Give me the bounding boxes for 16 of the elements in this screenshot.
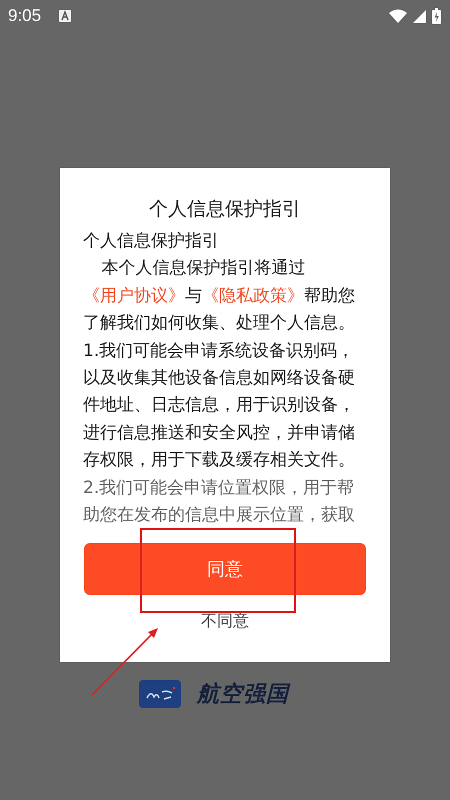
body-paragraph: 本个人信息保护指引将通过 《用户协议》与《隐私政策》帮助您了解我们如何收集、处理个人信息。 <box>83 257 356 336</box>
body-paragraph: 2.我们可能会申请位置权限，用于帮助您在发布的信息中展示位置，获取 <box>83 476 356 528</box>
body-heading: 个人信息保护指引 <box>83 230 220 253</box>
wifi-icon <box>389 9 407 23</box>
policy-link[interactable]: 《隐私政策》 <box>202 286 304 306</box>
decline-link[interactable]: 不同意 <box>201 611 249 632</box>
notification-icon <box>59 10 72 22</box>
agree-button[interactable]: 同意 <box>84 543 366 596</box>
policy-link[interactable]: 《用户协议》 <box>83 286 185 306</box>
body-paragraph: 1.我们可能会申请系统设备识别码，以及收集其他设备信息如网络设备硬件地址、日志信息，用于识别设备，进行信息推送和安全风控，并申请储存权限，用于下载及缓存相关文件。 <box>83 340 356 472</box>
brand-name: 航空强国 <box>197 680 289 709</box>
dialog-title: 个人信息保护指引 <box>149 197 301 222</box>
battery-icon <box>432 8 441 24</box>
status-time: 9:05 <box>8 6 42 26</box>
signal-icon <box>413 10 426 22</box>
logo-icon <box>139 680 181 708</box>
